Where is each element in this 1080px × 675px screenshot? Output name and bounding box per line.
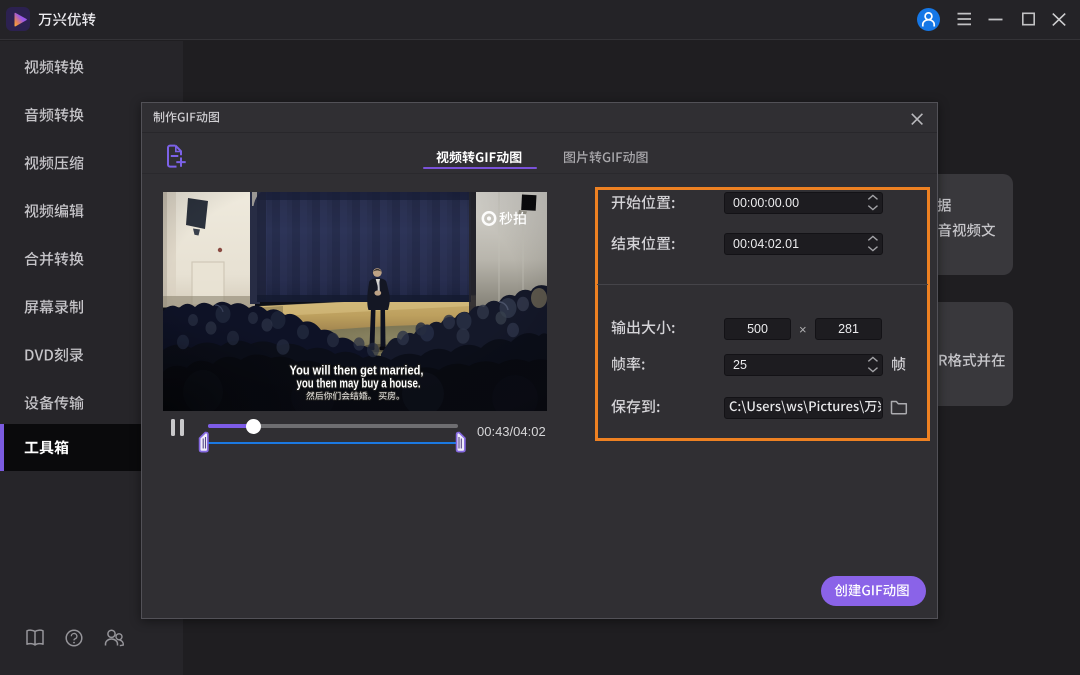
- svg-text:You will then get married,: You will then get married,: [290, 364, 424, 378]
- svg-text:you then may buy a house.: you then may buy a house.: [297, 377, 421, 391]
